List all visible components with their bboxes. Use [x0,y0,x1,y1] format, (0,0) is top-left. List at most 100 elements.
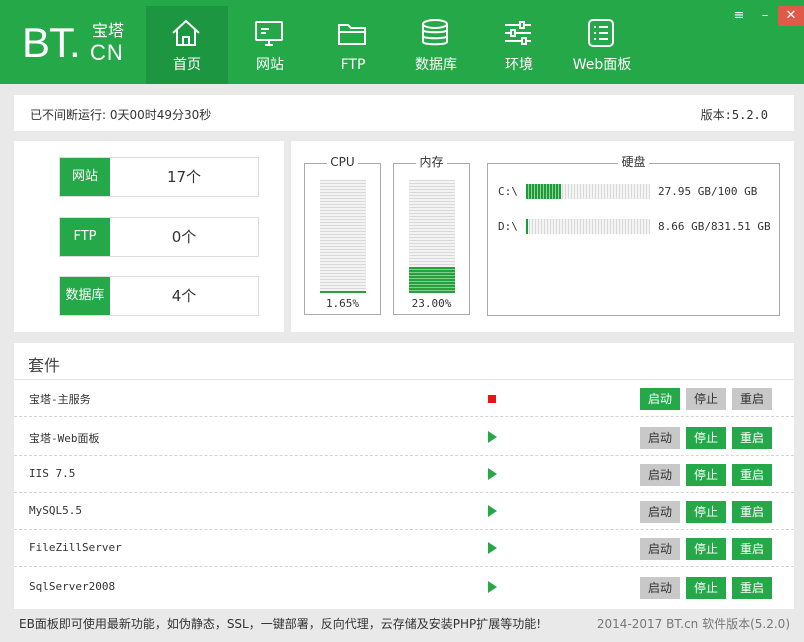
disk-row-d: D:\ 8.66 GB/831.51 GB [498,219,778,235]
restart-button[interactable]: 重启 [732,464,772,486]
logo-main: BT. [22,19,81,66]
stat-databases[interactable]: 数据库 4个 [59,276,259,316]
nav-website[interactable]: 网站 [229,6,311,84]
running-icon [488,431,497,443]
nav-environment-label: 环境 [505,57,533,73]
disk-row-c: C:\ 27.95 GB/100 GB [498,184,778,200]
stop-button[interactable]: 停止 [686,464,726,486]
restart-button[interactable]: 重启 [732,388,772,410]
restart-button[interactable]: 重启 [732,427,772,449]
start-button[interactable]: 启动 [640,501,680,523]
service-name: SqlServer2008 [29,580,116,593]
stop-button[interactable]: 停止 [686,388,726,410]
close-icon[interactable]: ✕ [778,6,804,26]
service-name: 宝塔-Web面板 [29,432,100,445]
nav-web-panel-label: Web面板 [572,57,632,73]
suite-title: 套件 [28,356,61,375]
monitor-icon [255,21,283,46]
disk-label: C:\ [498,185,518,198]
logo-top: 宝塔 [92,21,125,40]
running-icon [488,505,497,517]
app-header: BT. 宝塔 CN 首页 网站 FTP 数据库 环境 Web面板 ≡ – ✕ [0,0,804,84]
window-controls: ≡ – ✕ [726,6,804,26]
stop-button[interactable]: 停止 [686,501,726,523]
nav-web-panel[interactable]: Web面板 [561,6,643,84]
disk-usage: 8.66 GB/831.51 GB [658,220,771,233]
stop-button[interactable]: 停止 [686,577,726,599]
stat-label: 网站 [60,158,110,196]
nav-database[interactable]: 数据库 [395,6,477,84]
stat-value: 4个 [171,287,197,305]
nav-environment[interactable]: 环境 [478,6,560,84]
start-button[interactable]: 启动 [640,538,680,560]
nav-home[interactable]: 首页 [146,6,228,84]
nav-ftp-label: FTP [340,57,366,73]
cpu-bar [320,180,366,293]
start-button[interactable]: 启动 [640,427,680,449]
memory-percent: 23.00% [411,297,452,310]
nav-website-label: 网站 [256,57,284,73]
stop-button[interactable]: 停止 [686,427,726,449]
memory-bar-fill [409,267,455,293]
folder-icon [338,24,366,45]
suite-panel: 套件 宝塔-主服务 启动 停止 重启 宝塔-Web面板 启动 停止 重启 IIS 7.5 启动 停止… [14,343,794,609]
footer: EB面板即可使用最新功能，如伪静态，SSL，一键部署，反向代理，云存储及安装PH… [0,611,804,642]
nav-ftp[interactable]: FTP [312,6,394,84]
nav-home-label: 首页 [173,57,201,73]
uptime-text: 已不间断运行: 0天00时49分30秒 [30,108,212,122]
minimize-icon[interactable]: – [752,6,778,26]
stat-ftp[interactable]: FTP 0个 [59,217,259,257]
start-button[interactable]: 启动 [640,464,680,486]
service-name: IIS 7.5 [29,467,76,480]
service-row: IIS 7.5 启动 停止 重启 [14,456,794,493]
list-icon [588,19,614,47]
status-bar: 已不间断运行: 0天00时49分30秒 版本:5.2.0 [14,95,794,131]
bt-logo: BT. 宝塔 CN [22,18,134,66]
service-row: SqlServer2008 启动 停止 重启 [14,569,794,606]
cpu-gauge: CPU 1.65% [304,155,381,315]
disk-usage: 27.95 GB/100 GB [658,185,758,198]
memory-gauge: 内存 23.00% [393,155,470,315]
restart-button[interactable]: 重启 [732,538,772,560]
footer-notice: EB面板即可使用最新功能，如伪静态，SSL，一键部署，反向代理，云存储及安装PH… [19,617,542,631]
running-icon [488,468,497,480]
service-row: 宝塔-Web面板 启动 停止 重启 [14,419,794,456]
home-icon [172,19,200,46]
stopped-icon [488,395,496,403]
sliders-icon [505,21,531,45]
service-name: MySQL5.5 [29,504,82,517]
menu-icon[interactable]: ≡ [726,6,752,26]
service-row: FileZillServer 启动 停止 重启 [14,530,794,567]
stat-label: FTP [60,218,110,256]
disk-bar-fill [526,184,561,199]
start-button[interactable]: 启动 [640,388,680,410]
database-icon [422,19,448,46]
stop-button[interactable]: 停止 [686,538,726,560]
memory-title: 内存 [416,155,447,169]
nav-database-label: 数据库 [415,57,457,73]
disk-bar [526,219,650,234]
logo-bottom: CN [90,40,124,65]
disk-label: D:\ [498,220,518,233]
running-icon [488,542,497,554]
stat-label: 数据库 [60,277,110,315]
service-row: MySQL5.5 启动 停止 重启 [14,493,794,530]
restart-button[interactable]: 重启 [732,501,772,523]
stat-value: 17个 [166,168,202,186]
resource-panel: CPU 1.65% 内存 23.00% 硬盘 C:\ 27.95 GB/100 … [291,141,794,332]
start-button[interactable]: 启动 [640,577,680,599]
footer-copyright: 2014-2017 BT.cn 软件版本(5.2.0) [596,617,790,631]
cpu-percent: 1.65% [325,297,360,310]
disk-title: 硬盘 [618,155,649,169]
disk-bar [526,184,650,199]
stats-panel: 网站 17个 FTP 0个 数据库 4个 [14,141,284,332]
version-text: 版本:5.2.0 [700,108,768,122]
service-name: 宝塔-主服务 [29,393,91,406]
disk-bar-fill [526,219,528,234]
stat-websites[interactable]: 网站 17个 [59,157,259,197]
service-row: 宝塔-主服务 启动 停止 重启 [14,380,794,417]
restart-button[interactable]: 重启 [732,577,772,599]
stat-value: 0个 [171,228,197,246]
memory-bar [409,180,455,293]
cpu-bar-fill [320,291,366,293]
